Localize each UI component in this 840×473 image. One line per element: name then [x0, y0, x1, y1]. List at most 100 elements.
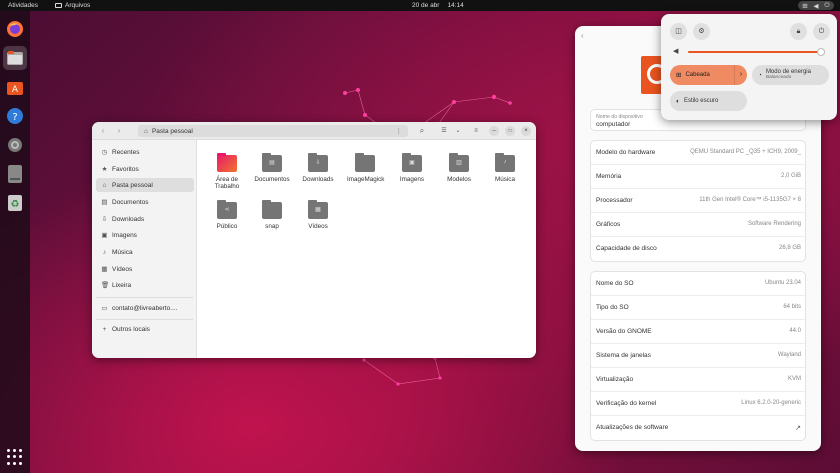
home-icon: ⌂ — [102, 181, 107, 189]
info-row: Nome do SO Ubuntu 23.04 — [591, 272, 807, 296]
folder-documentos[interactable]: ▤ Documentos — [254, 153, 290, 183]
chevron-right-icon[interactable]: › — [734, 65, 747, 85]
chevron-down-icon[interactable]: ⌄ — [453, 126, 463, 136]
quick-settings-menu: ◫ ⚙ 🔒︎ ⏻ ◀ ⊞ Cabeada › ◔ Modo de energia… — [661, 14, 837, 120]
folder-downloads[interactable]: ⇩ Downloads — [300, 153, 336, 183]
info-key: Nome do SO — [596, 280, 634, 287]
sidebar-item-label: Recentes — [112, 148, 140, 156]
info-key: Processador — [596, 197, 633, 204]
sidebar-item-pasta-pessoal[interactable]: ⌂ Pasta pessoal — [96, 178, 194, 192]
sidebar-item-recentes[interactable]: ◷ Recentes — [96, 145, 194, 159]
folder-imagens[interactable]: ▣ Imagens — [394, 153, 430, 183]
sidebar-item-outros-locais[interactable]: + Outros locais — [96, 322, 194, 336]
clock[interactable]: 20 de abr 14:14 — [412, 2, 464, 9]
folder-label: Vídeos — [308, 223, 328, 230]
dark-style-toggle[interactable]: ◐ Estilo escuro — [670, 91, 747, 111]
volume-slider[interactable] — [688, 48, 825, 56]
system-status[interactable]: ⊞ ◀ ⏻ — [798, 1, 834, 10]
sidebar-item-videos[interactable]: ▦ Vídeos — [96, 262, 194, 276]
device-name-label: Nome do dispositivo — [596, 114, 643, 120]
trash-launcher[interactable]: ♻ — [3, 191, 27, 215]
info-value: 2,0 GiB — [780, 173, 801, 179]
network-wired-icon: ⊞ — [802, 2, 808, 10]
folder-icon — [355, 153, 375, 172]
volume-icon: ◀ — [673, 48, 679, 55]
home-icon: ⌂ — [144, 127, 148, 135]
clock-time: 14:14 — [447, 2, 464, 9]
close-icon[interactable]: × — [521, 126, 531, 136]
show-apps-button[interactable] — [7, 449, 23, 465]
app-center-icon: A — [7, 82, 23, 95]
firefox-icon — [7, 21, 23, 37]
svg-text:A: A — [12, 85, 19, 95]
folder-modelos[interactable]: ▥ Modelos — [441, 153, 477, 183]
folder-imagemagick[interactable]: ImageMagick — [347, 153, 384, 183]
lock-icon[interactable]: 🔒︎ — [790, 23, 807, 40]
forward-arrow-icon[interactable]: › — [114, 126, 124, 136]
menu-icon[interactable]: ≡ — [471, 126, 481, 136]
hardware-card: Modelo do hardware QEMU Standard PC _Q35 … — [590, 140, 807, 262]
drive-launcher[interactable] — [3, 162, 27, 186]
info-value: Wayland — [777, 352, 801, 358]
info-row: Modelo do hardware QEMU Standard PC _Q35 … — [591, 141, 807, 165]
screenshot-icon[interactable]: ◫ — [670, 23, 687, 40]
view-options-icon[interactable]: ☰ — [439, 126, 449, 136]
star-icon: ★ — [101, 166, 108, 173]
search-icon[interactable]: ⌕ — [417, 126, 427, 136]
sidebar-item-account[interactable]: ▭ contato@livreaberto.... — [96, 301, 194, 315]
firefox-launcher[interactable] — [3, 17, 27, 41]
folder-snap[interactable]: snap — [254, 200, 290, 230]
help-launcher[interactable]: ? — [3, 104, 27, 128]
folder-videos[interactable]: ▦ Vídeos — [300, 200, 336, 230]
status-pill[interactable]: ⊞ ◀ ⏻ — [798, 1, 834, 10]
power-mode-sub: Balanceado — [765, 75, 792, 80]
info-value: 64 bits — [783, 304, 801, 310]
network-wired-icon: ⊞ — [676, 72, 682, 79]
folder-publico[interactable]: ⋖ Público — [209, 200, 245, 230]
volume-slider-knob[interactable] — [816, 48, 825, 56]
sidebar-item-downloads[interactable]: ⇩ Downloads — [96, 212, 194, 226]
info-row: Tipo do SO 64 bits — [591, 296, 807, 320]
download-folder-icon: ⇩ — [308, 153, 328, 172]
folder-area-de-trabalho[interactable]: Área de Trabalho — [209, 153, 245, 190]
activities-button[interactable]: Atividades — [8, 2, 38, 9]
sidebar-item-imagens[interactable]: ▣ Imagens — [96, 228, 194, 242]
sidebar-divider — [96, 319, 193, 320]
wired-toggle[interactable]: ⊞ Cabeada › — [670, 65, 747, 85]
sidebar-item-label: Favoritos — [112, 165, 139, 173]
download-icon: ⇩ — [101, 216, 108, 223]
sidebar-item-favoritos[interactable]: ★ Favoritos — [96, 162, 194, 176]
info-value: Linux 6.2.0-20-generic — [741, 400, 801, 406]
external-link-icon: ↗ — [795, 425, 801, 432]
info-value: 11th Gen Intel® Core™ i5-1135G7 × 8 — [699, 197, 801, 203]
files-launcher[interactable] — [3, 46, 27, 70]
dark-style-label: Estilo escuro — [683, 98, 719, 104]
sidebar-item-lixeira[interactable]: 🗑 Lixeira — [96, 278, 194, 292]
info-key: Memória — [596, 173, 622, 180]
sidebar-item-musica[interactable]: ♪ Música — [96, 245, 194, 259]
sidebar-item-label: contato@livreaberto.... — [112, 304, 178, 312]
power-mode-icon: ◔ — [758, 71, 762, 79]
app-center-launcher[interactable]: A — [3, 75, 27, 99]
sidebar-item-documentos[interactable]: ▤ Documentos — [96, 195, 194, 209]
back-arrow-icon[interactable]: ‹ — [98, 126, 108, 136]
power-mode-toggle[interactable]: ◔ Modo de energia Balanceado — [752, 65, 829, 85]
info-value: KVM — [787, 376, 801, 382]
svg-text:♻: ♻ — [11, 199, 20, 210]
folder-musica[interactable]: ♪ Música — [487, 153, 523, 183]
wired-toggle-label: Cabeada — [685, 72, 710, 78]
svg-text:?: ? — [12, 112, 17, 123]
path-bar[interactable]: ⌂ Pasta pessoal ⋮ — [138, 125, 408, 137]
path-menu-icon[interactable]: ⋮ — [396, 127, 403, 135]
app-menu[interactable]: Arquivos — [55, 2, 90, 9]
maximize-icon[interactable]: □ — [505, 126, 515, 136]
back-arrow-icon[interactable]: ‹ — [581, 31, 584, 40]
image-icon: ▣ — [101, 232, 108, 239]
software-updates-row[interactable]: Atualizações de software ↗ — [591, 416, 807, 440]
settings-launcher[interactable] — [3, 133, 27, 157]
power-off-icon[interactable]: ⏻ — [813, 23, 830, 40]
info-key: Sistema de janelas — [596, 352, 651, 359]
folder-label: Área de Trabalho — [214, 176, 240, 190]
settings-gear-icon[interactable]: ⚙ — [693, 23, 710, 40]
minimize-icon[interactable]: – — [489, 126, 499, 136]
